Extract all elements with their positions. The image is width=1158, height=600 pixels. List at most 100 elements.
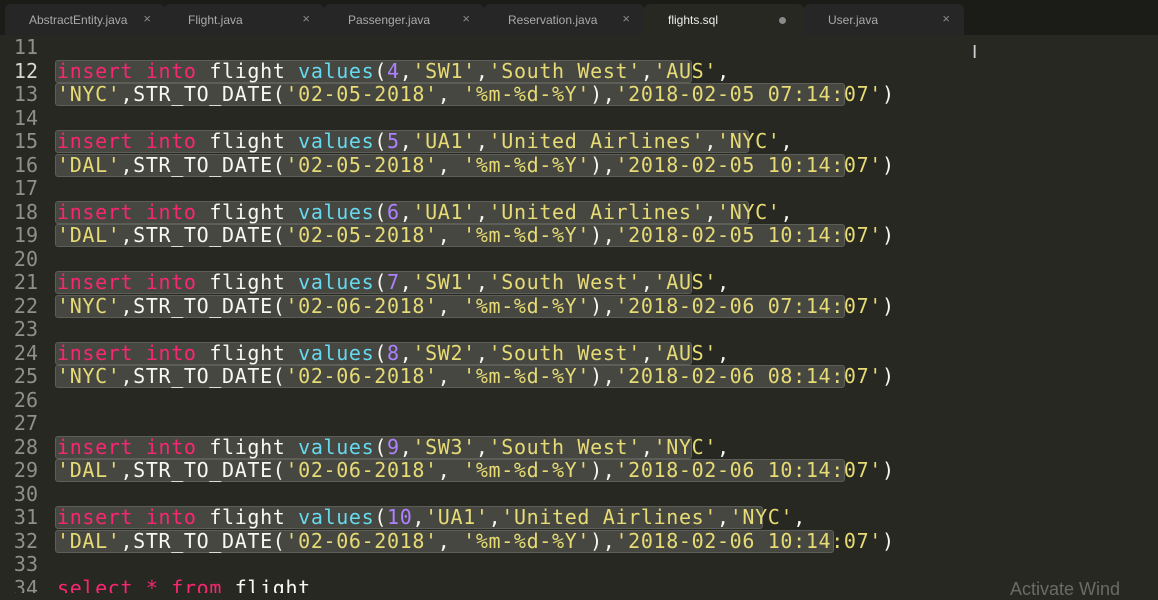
code-token: , xyxy=(437,293,464,318)
code-line[interactable]: insert into flight values(5,'UA1','Unite… xyxy=(57,129,793,153)
function-token: values xyxy=(298,58,375,83)
code-token: , xyxy=(704,199,718,224)
code-token: , xyxy=(640,434,654,459)
tab-user-java[interactable]: User.java × xyxy=(804,4,964,35)
tab-abstractentity-java[interactable]: AbstractEntity.java × xyxy=(5,4,165,35)
unsaved-dot-icon[interactable] xyxy=(779,17,786,24)
code-token: ), xyxy=(590,458,616,482)
code-token: ) xyxy=(881,458,895,482)
code-token: , xyxy=(717,270,730,294)
code-token: , xyxy=(780,129,794,153)
line-number: 23 xyxy=(13,317,38,341)
code-token: flight xyxy=(196,434,299,459)
code-line[interactable]: 'NYC',STR_TO_DATE('02-05-2018', '%m-%d-%… xyxy=(57,82,895,106)
code-line[interactable]: 'DAL',STR_TO_DATE('02-06-2018', '%m-%d-%… xyxy=(57,529,895,553)
string-token: 'SW1' xyxy=(412,58,476,83)
string-token: 'SW1' xyxy=(412,270,476,294)
code-token: ), xyxy=(590,152,616,177)
string-token: 'NYC' xyxy=(57,293,121,318)
string-token: 'South West' xyxy=(488,434,641,459)
line-number: 18 xyxy=(13,199,38,224)
keyword-token: select xyxy=(57,575,134,594)
code-line[interactable]: select * from flight xyxy=(57,576,311,594)
close-icon[interactable]: × xyxy=(143,11,151,26)
line-number: 22 xyxy=(13,293,38,318)
keyword-token: from xyxy=(171,575,223,594)
code-token: ,STR_TO_DATE( xyxy=(120,82,286,106)
code-token: , xyxy=(475,129,489,153)
tab-reservation-java[interactable]: Reservation.java × xyxy=(484,4,644,35)
tab-label: Reservation.java xyxy=(508,13,598,27)
keyword-token: into xyxy=(145,199,197,224)
string-token: '2018-02-06 10:14:07' xyxy=(615,458,882,482)
line-number: 24 xyxy=(13,340,38,365)
code-token: ( xyxy=(374,58,388,83)
code-token: , xyxy=(437,364,464,388)
code-token: , xyxy=(475,340,489,365)
code-editor[interactable]: 11 12 insert into flight values(4,'SW1','S… xyxy=(0,35,1158,593)
tab-flight-java[interactable]: Flight.java × xyxy=(164,4,324,35)
code-line[interactable]: 'DAL',STR_TO_DATE('02-06-2018', '%m-%d-%… xyxy=(57,458,895,482)
keyword-token: insert xyxy=(57,270,134,294)
keyword-token: insert xyxy=(57,58,134,83)
string-token: 'NYC' xyxy=(57,82,121,106)
string-token: '%m-%d-%Y' xyxy=(463,528,591,553)
tab-flights-sql[interactable]: flights.sql xyxy=(644,4,804,35)
code-token: ) xyxy=(881,82,895,106)
string-token: '2018-02-06 08:14:07' xyxy=(615,364,882,388)
line-number: 11 xyxy=(13,35,38,59)
line-number: 14 xyxy=(13,105,38,130)
code-token: , xyxy=(437,223,464,247)
code-token: flight xyxy=(196,340,299,365)
close-icon[interactable]: × xyxy=(622,11,630,26)
code-token: ) xyxy=(881,528,895,553)
tab-label: AbstractEntity.java xyxy=(29,13,128,27)
code-token: , xyxy=(475,270,489,294)
string-token: '2018-02-06 10:14:07' xyxy=(615,528,882,553)
code-line[interactable]: 'NYC',STR_TO_DATE('02-06-2018', '%m-%d-%… xyxy=(57,364,895,388)
code-line[interactable]: 'DAL',STR_TO_DATE('02-05-2018', '%m-%d-%… xyxy=(57,223,895,247)
code-token: , xyxy=(640,58,654,83)
code-token: ,STR_TO_DATE( xyxy=(120,152,286,177)
function-token: values xyxy=(298,340,375,365)
number-token: 9 xyxy=(387,434,400,459)
string-token: 'NYC' xyxy=(717,199,781,224)
close-icon[interactable]: × xyxy=(302,11,310,26)
string-token: 'UA1' xyxy=(425,505,489,529)
code-line[interactable]: insert into flight values(7,'SW1','South… xyxy=(57,270,730,294)
code-token: ), xyxy=(590,223,616,247)
code-token: ( xyxy=(374,199,388,224)
code-line[interactable]: insert into flight values(9,'SW3','South… xyxy=(57,435,730,459)
code-line[interactable]: insert into flight values(6,'UA1','Unite… xyxy=(57,200,793,224)
code-token: , xyxy=(399,199,413,224)
string-token: 'NYC' xyxy=(717,129,781,153)
keyword-token: insert xyxy=(57,129,134,153)
code-token: ) xyxy=(881,152,895,177)
string-token: 'United Airlines' xyxy=(501,505,718,529)
string-token: '02-05-2018' xyxy=(285,82,438,106)
code-token: , xyxy=(437,528,464,553)
code-line[interactable]: 'DAL',STR_TO_DATE('02-05-2018', '%m-%d-%… xyxy=(57,153,895,177)
string-token: 'UA1' xyxy=(412,129,476,153)
close-icon[interactable]: × xyxy=(462,11,470,26)
code-token: ), xyxy=(590,82,616,106)
code-token: ( xyxy=(374,270,388,294)
line-number: 13 xyxy=(13,82,38,106)
code-line[interactable]: insert into flight values(8,'SW2','South… xyxy=(57,341,730,365)
code-token: ) xyxy=(881,364,895,388)
code-token: , xyxy=(717,505,730,529)
string-token: '02-06-2018' xyxy=(285,528,438,553)
tab-passenger-java[interactable]: Passenger.java × xyxy=(324,4,484,35)
code-line[interactable]: insert into flight values(4,'SW1','South… xyxy=(57,59,730,83)
code-line[interactable]: 'NYC',STR_TO_DATE('02-06-2018', '%m-%d-%… xyxy=(57,294,895,318)
code-token: ) xyxy=(881,293,895,318)
number-token: 10 xyxy=(387,505,413,529)
code-line[interactable]: insert into flight values(10,'UA1','Unit… xyxy=(57,505,806,529)
close-icon[interactable]: × xyxy=(942,11,950,26)
code-token: , xyxy=(412,505,426,529)
code-token: ), xyxy=(590,364,616,388)
